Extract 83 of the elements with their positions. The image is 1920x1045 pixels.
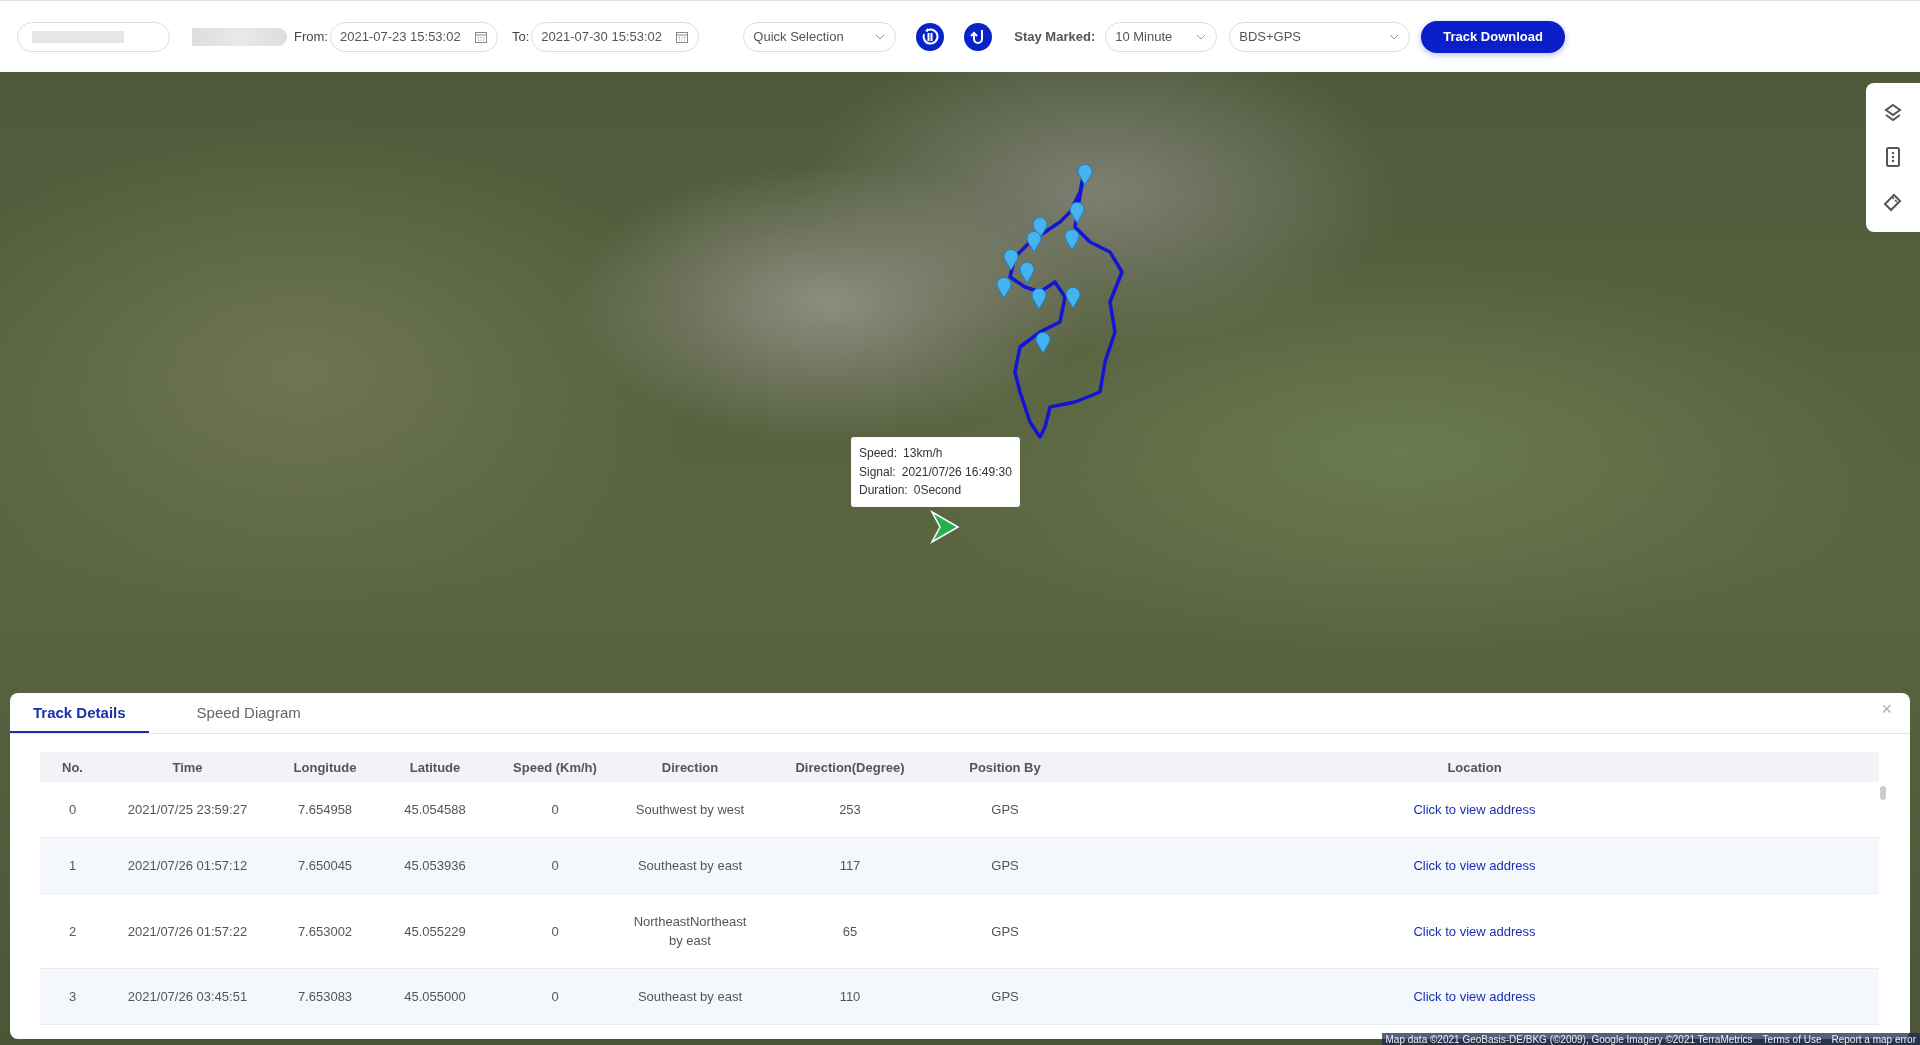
- tooltip-value: 0Second: [913, 482, 962, 499]
- ruler-icon[interactable]: [1883, 191, 1903, 212]
- table-cell-text: 110: [839, 988, 861, 1006]
- to-label: To:: [511, 29, 530, 44]
- table-cell-text: 45.055000: [404, 988, 466, 1006]
- table-cell-text: GPS: [991, 801, 1019, 819]
- column-header: Speed (Km/h): [512, 759, 598, 775]
- tooltip-label: Duration:: [859, 482, 908, 499]
- from-label: From:: [294, 29, 328, 44]
- table-cell-text: 2021/07/25 23:59:27: [127, 801, 248, 819]
- map-pin-icon[interactable]: [1065, 286, 1081, 309]
- table-cell-text: 2021/07/26 03:45:51: [127, 988, 248, 1006]
- table-cell-text: GPS: [991, 988, 1019, 1006]
- map-pin-icon[interactable]: [996, 276, 1012, 299]
- tooltip-value: 13km/h: [903, 445, 943, 462]
- chevron-down-icon: [1389, 33, 1400, 40]
- table-cell-text: 0: [551, 857, 559, 875]
- column-header: Direction(Degree): [794, 759, 906, 775]
- table-cell-text: 0: [68, 801, 77, 819]
- table-cell-text: 45.055229: [404, 922, 466, 941]
- map-pin-icon[interactable]: [1069, 201, 1085, 224]
- layers-icon[interactable]: [1883, 103, 1903, 124]
- map-pin-icon[interactable]: [1035, 331, 1051, 354]
- attribution-link[interactable]: Report a map error: [1831, 1033, 1916, 1045]
- attribution-link[interactable]: Terms of Use: [1762, 1033, 1822, 1045]
- table-cell-text: GPS: [991, 922, 1019, 941]
- map-pin-icon[interactable]: [1032, 216, 1048, 239]
- table-cell-text: 45.053936: [404, 857, 466, 875]
- table-cell-text: 65: [842, 922, 858, 941]
- calendar-icon: [474, 30, 487, 43]
- column-header: Location: [1446, 759, 1503, 775]
- map-pin-icon[interactable]: [1003, 248, 1019, 271]
- view-address-link[interactable]: Click to view address: [1413, 858, 1536, 873]
- table-cell-text: 0: [551, 801, 559, 819]
- tooltip-value: 2021/07/26 16:49:30: [901, 463, 1012, 481]
- chevron-down-icon: [1196, 33, 1207, 40]
- map-pin-icon[interactable]: [1064, 228, 1080, 251]
- table-cell-text: 3: [68, 988, 77, 1006]
- table-cell-text: Southwest by west: [635, 801, 745, 819]
- pause-button[interactable]: [916, 22, 945, 51]
- table-cell-text: NortheastNortheast by east: [632, 913, 748, 950]
- return-button[interactable]: [964, 22, 993, 51]
- stay-marked-label: Stay Marked:: [1014, 29, 1096, 44]
- table-cell-text: 0: [551, 988, 559, 1006]
- start-arrow-icon: [930, 510, 960, 544]
- map-pin-icon[interactable]: [1019, 261, 1035, 284]
- column-header: Direction: [660, 759, 720, 775]
- column-header: Position By: [968, 759, 1042, 775]
- table-cell-text: 2: [68, 922, 77, 941]
- map-pin-icon[interactable]: [1031, 287, 1047, 310]
- table-cell-text: 1: [68, 857, 77, 875]
- column-header: Time: [171, 759, 204, 775]
- table-cell-text: 2021/07/26 01:57:22: [127, 922, 248, 941]
- table-cell-text: GPS: [991, 857, 1019, 875]
- column-header: Latitude: [408, 759, 462, 775]
- map-attribution: Map data ©2021 GeoBasis-DE/BKG (©2009), Google Imagery ©2021 TerraMetrics: [1385, 1033, 1753, 1045]
- chevron-down-icon: [875, 33, 886, 40]
- map-pin-icon[interactable]: [1026, 230, 1042, 253]
- table-cell-text: 7.653083: [297, 988, 353, 1006]
- table-cell-text: 7.653002: [297, 922, 353, 941]
- tooltip-label: Signal:: [859, 463, 896, 481]
- column-header: Longitude: [292, 759, 358, 775]
- column-header: No.: [61, 759, 84, 775]
- tooltip-label: Speed:: [859, 445, 898, 462]
- table-cell-text: 45.054588: [404, 801, 466, 819]
- track-download-button[interactable]: Track Download: [1421, 20, 1565, 53]
- scrollbar-thumb[interactable]: [1880, 786, 1886, 800]
- tab[interactable]: Speed Diagram: [173, 693, 324, 733]
- table-cell-text: 253: [839, 801, 861, 819]
- table-cell-text: 7.654958: [297, 801, 353, 819]
- table-cell-text: Southeast by east: [637, 857, 743, 875]
- view-address-link[interactable]: Click to view address: [1413, 802, 1536, 817]
- table-cell-text: 7.650045: [297, 857, 353, 875]
- device-icon[interactable]: [1886, 147, 1900, 168]
- table-cell-text: 0: [551, 922, 559, 941]
- table-cell-text: 2021/07/26 01:57:12: [127, 857, 248, 875]
- tab[interactable]: Track Details: [10, 693, 149, 733]
- calendar-icon: [676, 30, 689, 43]
- table-cell-text: Southeast by east: [637, 988, 743, 1006]
- view-address-link[interactable]: Click to view address: [1413, 989, 1536, 1004]
- map-pin-icon[interactable]: [1077, 163, 1093, 186]
- table-cell-text: 117: [839, 857, 861, 875]
- view-address-link[interactable]: Click to view address: [1413, 923, 1536, 939]
